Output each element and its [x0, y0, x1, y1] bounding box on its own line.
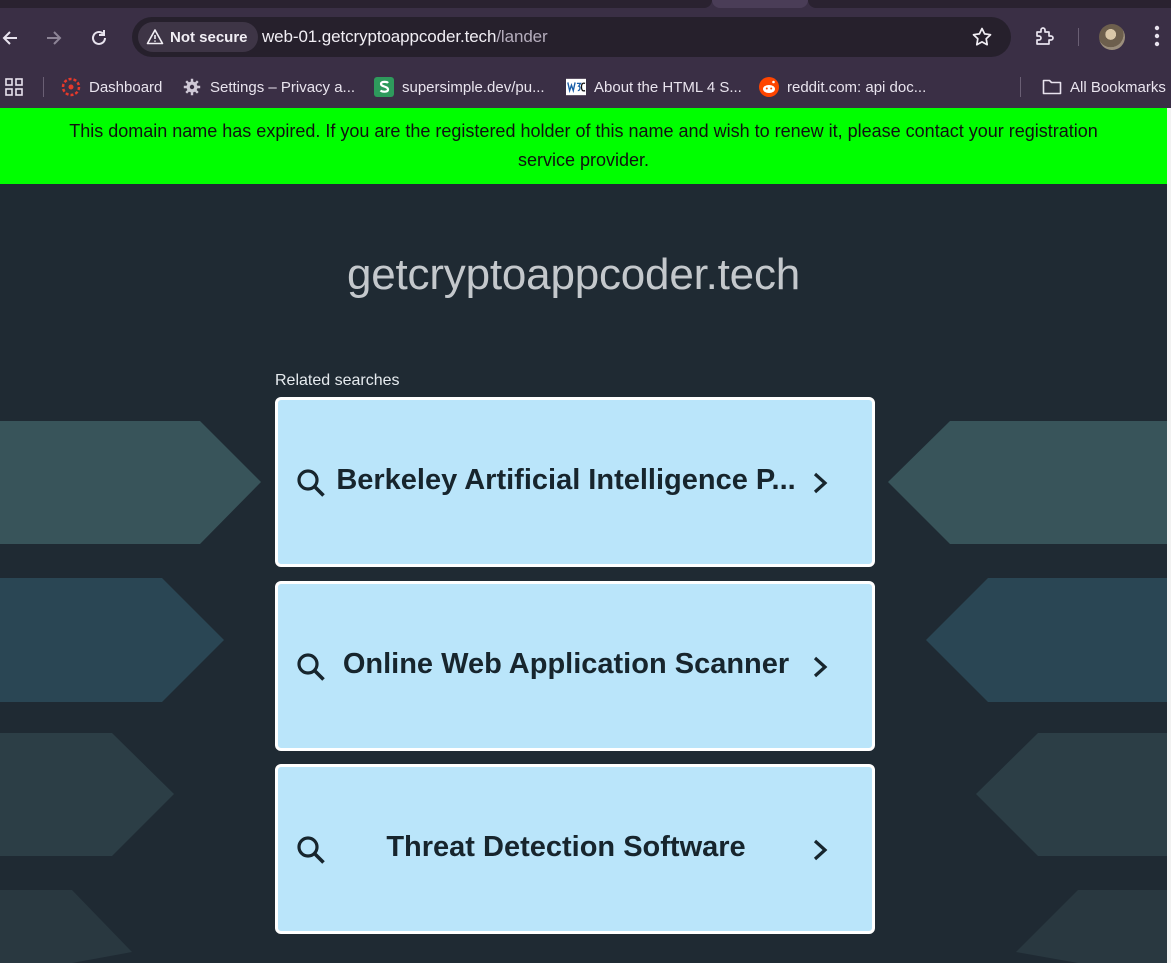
page-scrollbar[interactable] [1167, 108, 1171, 963]
all-bookmarks-button[interactable]: All Bookmarks [1042, 74, 1166, 100]
tab-inactive[interactable] [808, 0, 1171, 8]
bookmark-label: About the HTML 4 S... [594, 78, 742, 96]
tab-active[interactable] [712, 0, 808, 8]
back-button[interactable] [0, 24, 24, 52]
search-link-label: Berkeley Artificial Intelligence P... [336, 464, 796, 496]
bookmark-dashboard[interactable]: Dashboard [61, 74, 162, 100]
chevron-right-icon [813, 656, 828, 678]
star-icon [972, 27, 992, 46]
search-link-card[interactable]: Threat Detection Software [275, 764, 875, 934]
search-icon [297, 836, 325, 864]
page-content: This domain name has expired. If you are… [0, 108, 1167, 963]
menu-button[interactable] [1142, 21, 1171, 51]
expired-domain-banner: This domain name has expired. If you are… [0, 108, 1167, 184]
extensions-button[interactable] [1030, 21, 1060, 51]
reddit-logo-icon [759, 77, 779, 97]
search-link-label: Online Web Application Scanner [342, 648, 790, 680]
search-link-card[interactable]: Online Web Application Scanner [275, 581, 875, 751]
tab-strip [0, 0, 1171, 8]
bookmark-settings-privacy[interactable]: Settings – Privacy a... [182, 74, 355, 100]
folder-icon [1042, 77, 1062, 97]
profile-avatar[interactable] [1099, 24, 1125, 50]
security-chip[interactable]: Not secure [138, 22, 258, 52]
bookmark-label: supersimple.dev/pu... [402, 78, 545, 96]
all-bookmarks-label: All Bookmarks [1070, 78, 1166, 96]
url-text[interactable]: web-01.getcryptoappcoder.tech/lander [262, 27, 548, 47]
bookmark-label: Dashboard [89, 78, 163, 96]
gear-icon [182, 77, 202, 97]
supersimple-logo-icon [374, 77, 394, 97]
url-host: web-01.getcryptoappcoder.tech [262, 27, 497, 46]
puzzle-icon [1036, 27, 1054, 45]
browser-toolbar: Not secure web-01.getcryptoappcoder.tech… [0, 8, 1171, 66]
tab-inactive[interactable] [0, 0, 712, 8]
bookmark-star-button[interactable] [971, 26, 993, 48]
related-searches-label: Related searches [275, 372, 400, 389]
canvas-logo-icon [61, 77, 81, 97]
chevron-right-icon [813, 839, 828, 861]
site-title: getcryptoappcoder.tech [346, 250, 801, 299]
url-path: /lander [496, 27, 548, 46]
bookmark-label: Settings – Privacy a... [210, 78, 356, 96]
bookmark-reddit[interactable]: reddit.com: api doc... [759, 74, 926, 100]
warning-icon [146, 29, 164, 45]
reload-icon [92, 30, 106, 45]
address-bar[interactable]: Not secure web-01.getcryptoappcoder.tech… [132, 17, 1011, 57]
chevron-right-icon [813, 472, 828, 494]
security-chip-label: Not secure [170, 28, 248, 46]
arrow-right-icon [47, 31, 62, 45]
kebab-menu-icon [1154, 25, 1160, 47]
bookmark-html4[interactable]: About the HTML 4 S... [566, 74, 742, 100]
bookmarks-divider [1020, 77, 1021, 97]
search-icon [297, 653, 325, 681]
forward-button[interactable] [40, 24, 68, 52]
search-icon [297, 469, 325, 497]
apps-button[interactable] [4, 74, 24, 100]
toolbar-divider [1078, 28, 1079, 46]
search-link-card[interactable]: Berkeley Artificial Intelligence P... [275, 397, 875, 567]
apps-grid-icon [5, 78, 23, 96]
reload-button[interactable] [85, 24, 113, 52]
arrow-left-icon [2, 31, 17, 45]
bookmarks-divider [43, 77, 44, 97]
search-link-label: Threat Detection Software [386, 831, 746, 863]
bookmark-label: reddit.com: api doc... [787, 78, 927, 96]
w3c-logo-icon [566, 77, 586, 97]
bookmark-supersimple[interactable]: supersimple.dev/pu... [374, 74, 545, 100]
banner-text: This domain name has expired. If you are… [69, 121, 1098, 170]
bookmarks-bar: Dashboard Settings – Privacy a... supers… [0, 66, 1171, 108]
